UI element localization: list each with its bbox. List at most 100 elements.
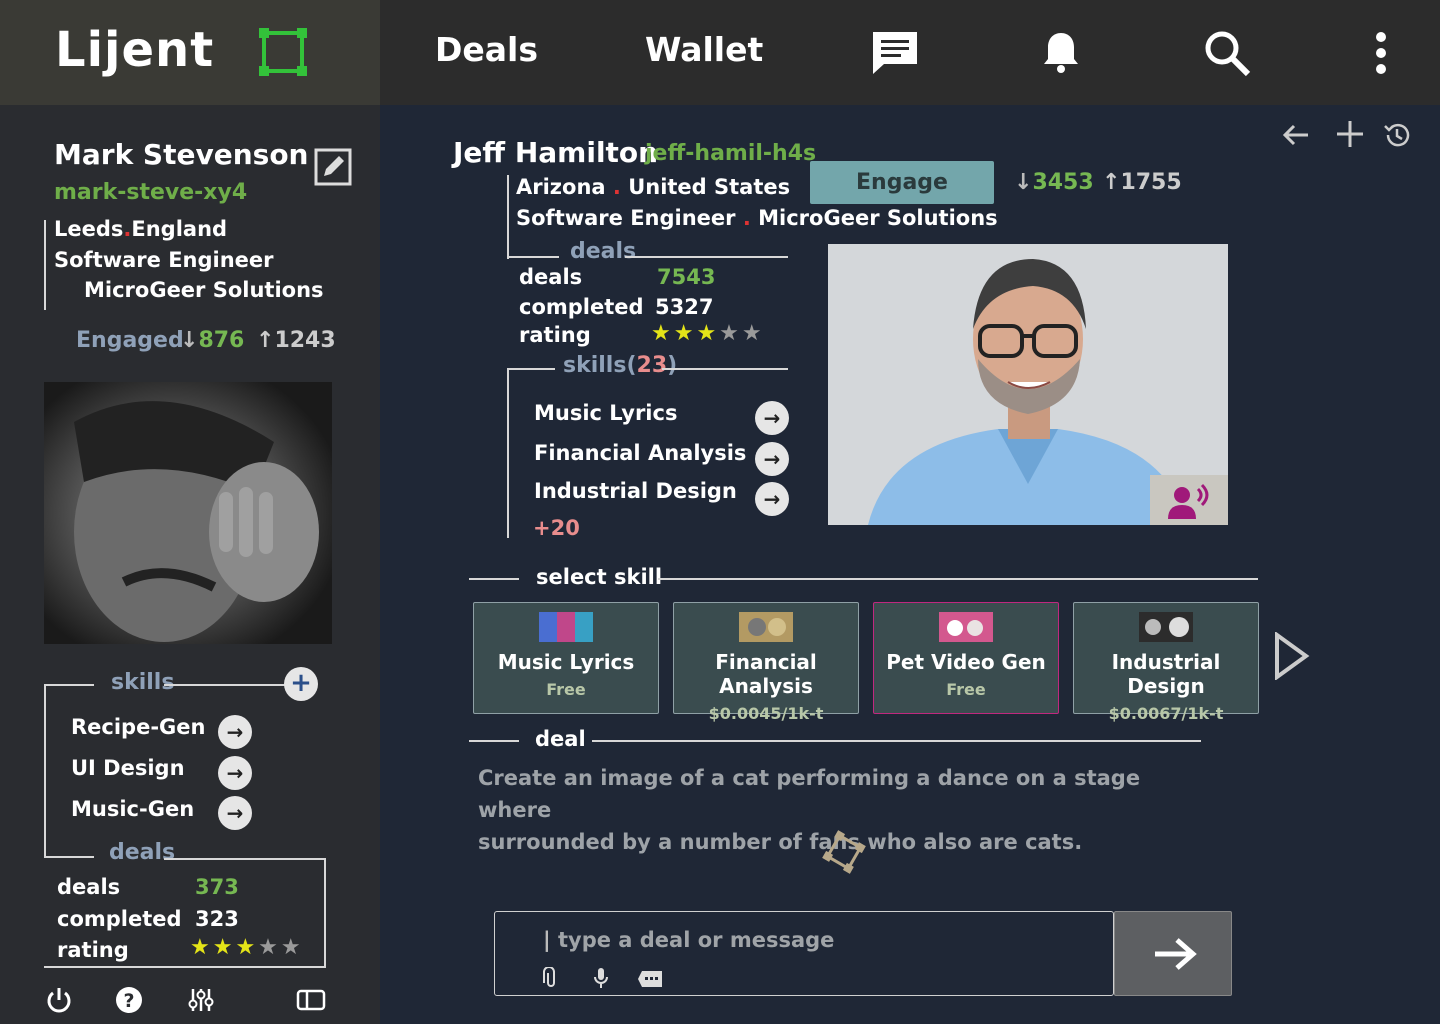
divider	[164, 684, 286, 686]
svg-text:?: ?	[123, 990, 134, 1012]
stat-label: rating	[519, 323, 591, 347]
stat-label: deals	[57, 875, 121, 899]
divider	[662, 368, 788, 370]
send-arrow-icon	[1155, 938, 1197, 970]
skill-thumbnail	[1139, 612, 1193, 642]
user-status: Engaged	[76, 328, 184, 353]
divider	[507, 368, 555, 370]
stat-label: rating	[57, 938, 129, 962]
divider	[324, 858, 326, 968]
attach-icon[interactable]	[543, 967, 559, 989]
voice-speaker-icon	[1168, 483, 1209, 519]
nav-deals[interactable]: Deals	[435, 30, 538, 69]
arrow-right-icon[interactable]: →	[755, 442, 789, 476]
stat-deals-value: 373	[195, 875, 239, 899]
arrow-right-icon[interactable]: →	[218, 715, 252, 749]
message-composer[interactable]: | type a deal or message	[494, 911, 1114, 996]
user-name: Mark Stevenson	[54, 138, 309, 171]
profile-location: Arizona . United States	[516, 175, 791, 199]
skill-card-financial-analysis[interactable]: Financial Analysis $0.0045/1k-t	[673, 602, 859, 723]
divider	[625, 256, 788, 258]
user-skill-item[interactable]: Recipe-Gen	[71, 715, 205, 739]
divider	[507, 256, 559, 258]
brand-area: Lijent	[0, 0, 380, 105]
more-vert-icon[interactable]	[1356, 28, 1406, 78]
divider	[44, 684, 46, 858]
user-location: Leeds.England	[54, 217, 228, 241]
more-skills-count[interactable]: +20	[533, 516, 580, 540]
divider	[164, 858, 326, 860]
back-arrow-icon[interactable]	[1280, 120, 1312, 150]
profile-down-count: ↓3453	[1014, 170, 1094, 195]
engage-button[interactable]: Engage	[810, 161, 994, 204]
divider	[658, 578, 1258, 580]
profile-skill-item[interactable]: Industrial Design	[534, 479, 737, 503]
user-handle[interactable]: mark-steve-xy4	[54, 180, 247, 205]
crop-rotate-icon[interactable]	[822, 830, 866, 874]
keyboard-icon[interactable]	[637, 970, 663, 988]
sidebar-toggle-icon[interactable]	[296, 988, 326, 1012]
deal-label: deal	[535, 727, 586, 751]
profile-job: Software Engineer . MicroGeer Solutions	[516, 206, 998, 230]
skill-thumbnail	[739, 612, 793, 642]
divider	[44, 966, 326, 968]
help-icon[interactable]: ?	[115, 986, 143, 1014]
profile-rating-stars: ★★★★★	[651, 321, 765, 346]
add-icon[interactable]	[1334, 118, 1366, 150]
skill-card-pet-video-gen[interactable]: Pet Video Gen Free	[873, 602, 1059, 714]
divider	[44, 856, 94, 858]
microphone-icon[interactable]	[593, 967, 609, 989]
divider	[507, 175, 509, 259]
voice-button[interactable]	[1150, 475, 1228, 525]
divider	[469, 578, 519, 580]
next-skills-icon[interactable]	[1274, 632, 1310, 680]
skill-card-industrial-design[interactable]: Industrial Design $0.0067/1k-t	[1073, 602, 1259, 723]
divider	[592, 740, 1201, 742]
divider	[469, 740, 519, 742]
stat-deals-value: 7543	[657, 265, 716, 289]
stat-completed-value: 5327	[655, 295, 714, 319]
profile-skill-item[interactable]: Financial Analysis	[534, 441, 746, 465]
app-logo[interactable]: Lijent	[55, 22, 214, 78]
arrow-right-icon[interactable]: →	[218, 756, 252, 790]
chat-icon[interactable]	[870, 28, 920, 78]
skill-card-price: $0.0067/1k-t	[1108, 704, 1224, 723]
skill-card-title: Financial Analysis	[715, 650, 817, 698]
user-up-count: ↑1243	[256, 328, 336, 353]
user-rating-stars: ★★★★★	[190, 935, 304, 960]
nav-wallet[interactable]: Wallet	[645, 30, 763, 69]
bell-icon[interactable]	[1036, 28, 1086, 78]
divider	[44, 220, 46, 310]
user-skill-item[interactable]: UI Design	[71, 756, 185, 780]
skill-card-price: $0.0045/1k-t	[708, 704, 824, 723]
profile-skill-item[interactable]: Music Lyrics	[534, 401, 677, 425]
add-skill-button[interactable]: +	[284, 667, 318, 701]
profile-skills-label: skills(23)	[563, 353, 678, 378]
skill-card-music-lyrics[interactable]: Music Lyrics Free	[473, 602, 659, 714]
profile-deals-label: deals	[570, 239, 637, 264]
power-icon[interactable]	[45, 986, 73, 1014]
send-button[interactable]	[1114, 911, 1232, 996]
composer-placeholder[interactable]: | type a deal or message	[543, 928, 834, 952]
stat-completed-value: 323	[195, 907, 239, 931]
tune-icon[interactable]	[187, 986, 215, 1014]
user-skill-item[interactable]: Music-Gen	[71, 797, 194, 821]
arrow-right-icon[interactable]: →	[755, 401, 789, 435]
stat-label: completed	[519, 295, 644, 319]
skill-card-price: Free	[546, 680, 586, 699]
user-company: MicroGeer Solutions	[84, 278, 324, 302]
history-icon[interactable]	[1382, 120, 1412, 150]
crop-frame-icon[interactable]	[258, 27, 308, 77]
profile-up-count: ↑1755	[1102, 170, 1182, 195]
divider	[507, 368, 509, 538]
edit-icon[interactable]	[313, 147, 353, 187]
skill-thumbnail	[539, 612, 593, 642]
search-icon[interactable]	[1202, 28, 1252, 78]
user-deals-label: deals	[109, 840, 176, 865]
stat-label: completed	[57, 907, 182, 931]
profile-handle[interactable]: jeff-hamil-h4s	[645, 141, 816, 166]
arrow-right-icon[interactable]: →	[218, 796, 252, 830]
divider	[44, 684, 94, 686]
arrow-right-icon[interactable]: →	[755, 482, 789, 516]
skill-card-price: Free	[946, 680, 986, 699]
